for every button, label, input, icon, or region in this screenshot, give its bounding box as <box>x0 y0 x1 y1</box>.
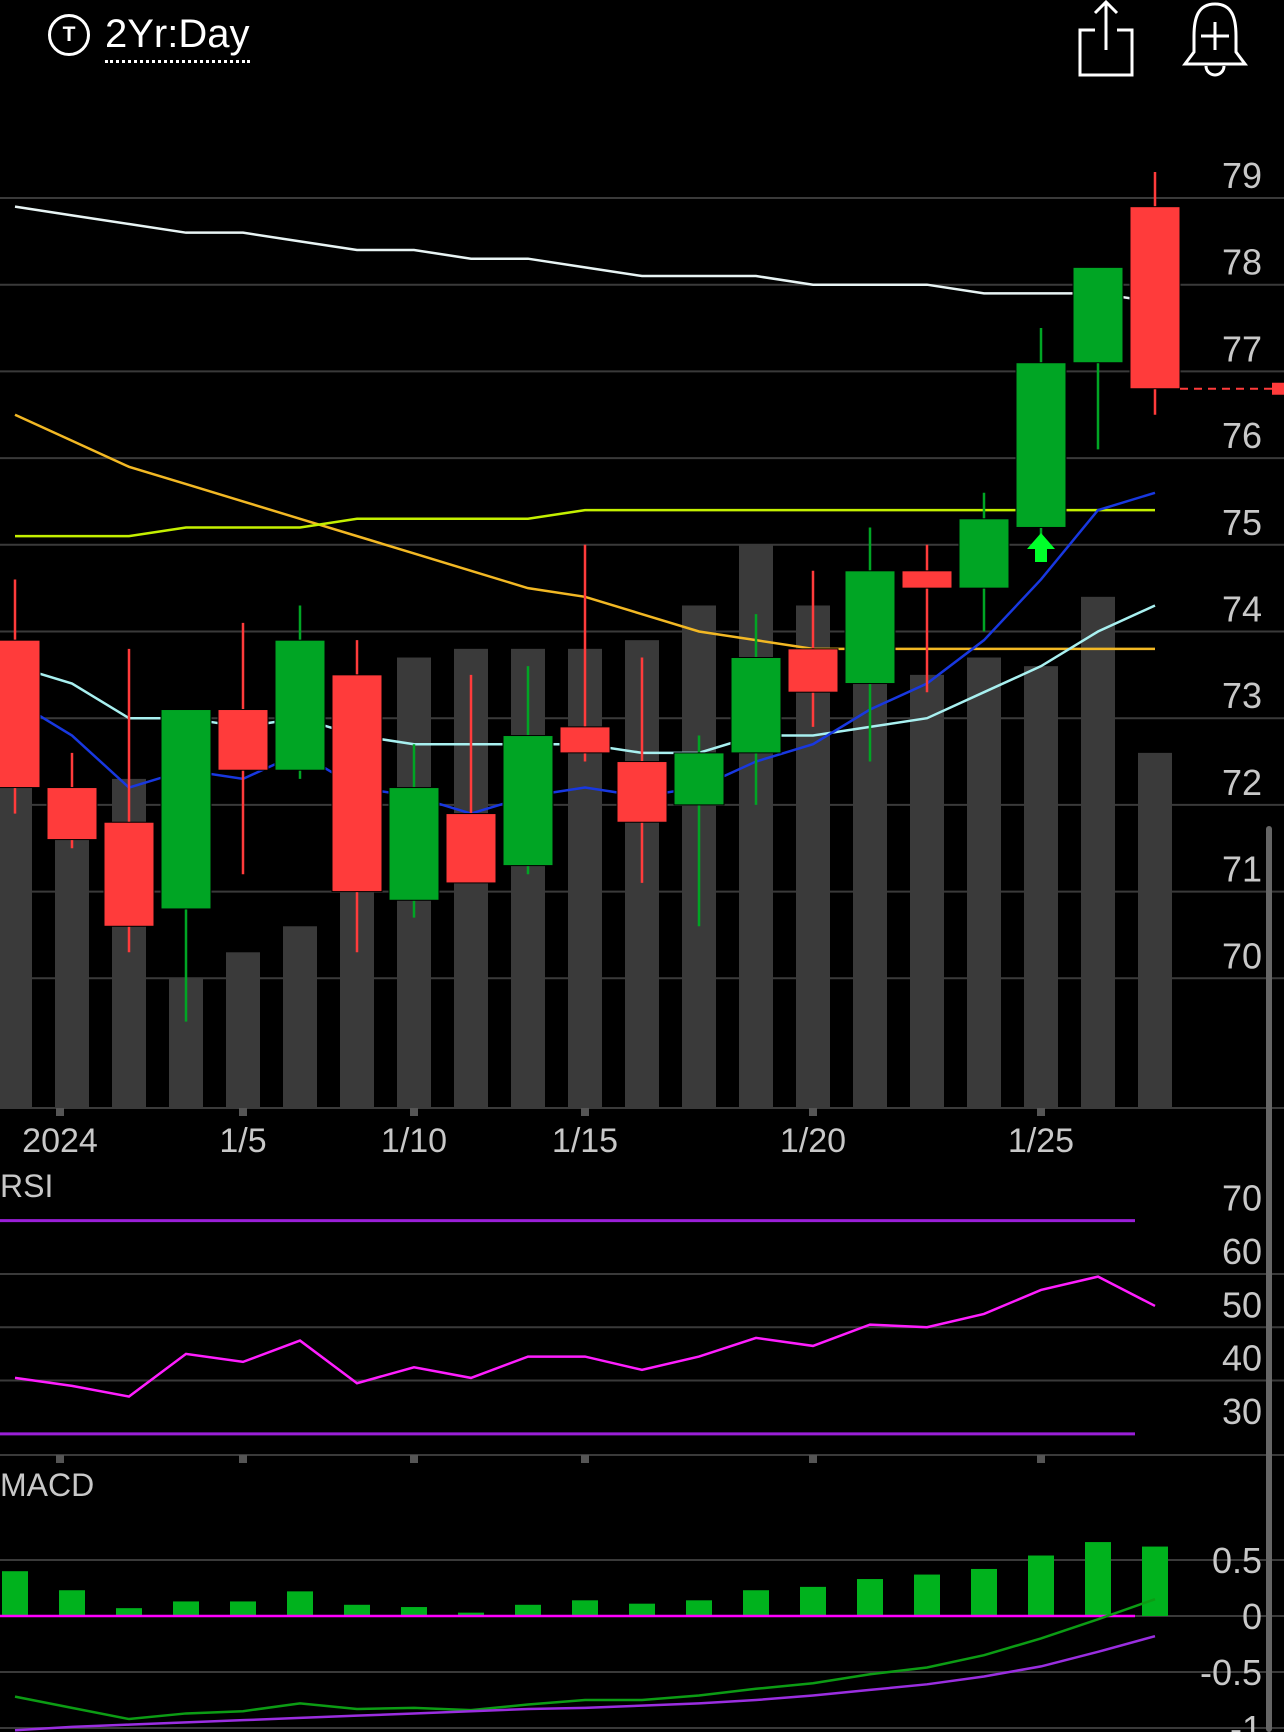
rsi-line <box>14 1275 1156 1398</box>
macd-histogram-bar <box>515 1604 541 1616</box>
macd-histogram-bar <box>401 1607 427 1616</box>
candle-body <box>901 570 953 589</box>
macd-tick-label: 0.5 <box>1212 1540 1262 1581</box>
macd-histogram-bar <box>344 1604 370 1616</box>
x-tick-label: 1/20 <box>780 1122 846 1160</box>
macd-histogram-bar <box>743 1590 769 1616</box>
x-tick-label: 1/10 <box>381 1122 447 1160</box>
candle-body <box>445 813 497 884</box>
macd-histogram-bar <box>1142 1546 1168 1616</box>
candle-body <box>1129 206 1181 390</box>
macd-histogram-bar <box>800 1586 826 1616</box>
rsi-tick-mark <box>239 1455 247 1463</box>
rsi-tick-label: 70 <box>1222 1178 1262 1219</box>
candle-body <box>46 787 98 841</box>
candle-body <box>331 674 383 893</box>
candle-body <box>274 639 326 771</box>
price-tick-label: 72 <box>1222 762 1262 803</box>
price-tick-label: 78 <box>1222 242 1262 283</box>
macd-histogram-bar <box>1028 1555 1054 1616</box>
candle-body <box>616 761 668 823</box>
macd-tick-label: 0 <box>1242 1596 1262 1637</box>
price-tick-label: 73 <box>1222 675 1262 716</box>
buy-signal-arrow-icon <box>1027 533 1055 562</box>
macd-tick-label: -0.5 <box>1200 1652 1262 1693</box>
rsi-tick-label: 50 <box>1222 1284 1262 1325</box>
rsi-label: RSI <box>0 1168 53 1204</box>
x-tick-mark <box>581 1108 589 1116</box>
x-tick-mark <box>809 1108 817 1116</box>
candle-body <box>787 648 839 693</box>
rsi-tick-label: 30 <box>1222 1391 1262 1432</box>
macd-histogram-bar <box>59 1590 85 1616</box>
scrollbar[interactable] <box>1266 826 1272 1732</box>
period-type-icon: T <box>48 14 90 56</box>
candle-body <box>502 735 554 867</box>
macd-histogram-bar <box>2 1571 28 1616</box>
price-tick-label: 71 <box>1222 849 1262 890</box>
candle-body <box>559 726 611 754</box>
volume-bar <box>55 804 89 1108</box>
macd-histogram-bar <box>572 1600 598 1616</box>
candle-body <box>673 752 725 806</box>
macd-tick-label: -1 <box>1230 1708 1262 1732</box>
macd-signal-line <box>14 1634 1156 1732</box>
x-tick-label: 2024 <box>22 1122 98 1160</box>
candle-body <box>217 709 269 771</box>
volume-bar <box>1024 666 1058 1108</box>
x-tick-mark <box>239 1108 247 1116</box>
chart-header: T 2Yr:Day <box>0 0 1284 80</box>
period-selector[interactable]: 2Yr:Day <box>105 10 250 63</box>
price-tick-label: 70 <box>1222 935 1262 976</box>
candle-body <box>844 570 896 685</box>
macd-histogram-bar <box>686 1600 712 1616</box>
rsi-tick-mark <box>581 1455 589 1463</box>
macd-label: MACD <box>0 1467 94 1503</box>
stock-chart[interactable]: 79 78 77 76 75 74 73 72 71 70 2024 1/5 1/10 1/15 1/20 1… <box>0 0 1284 1732</box>
last-price-marker <box>1272 382 1284 395</box>
macd-histogram-bar <box>287 1591 313 1616</box>
x-tick-mark <box>1037 1108 1045 1116</box>
rsi-tick-label: 60 <box>1222 1231 1262 1272</box>
macd-histogram-bar <box>1085 1542 1111 1616</box>
volume-bar <box>910 674 944 1108</box>
candle-body <box>1072 266 1124 364</box>
macd-histogram-bar <box>629 1603 655 1616</box>
candle-body <box>958 518 1010 589</box>
macd-histogram-bar <box>173 1601 199 1616</box>
bell-plus-icon[interactable] <box>1180 0 1250 80</box>
candle-body <box>1015 362 1067 528</box>
rsi-tick-mark <box>56 1455 64 1463</box>
rsi-tick-label: 40 <box>1222 1338 1262 1379</box>
candle-body <box>160 709 212 910</box>
macd-histogram-bar <box>971 1568 997 1616</box>
volume-bar <box>283 926 317 1108</box>
price-tick-label: 77 <box>1222 328 1262 369</box>
x-tick-label: 1/15 <box>552 1122 618 1160</box>
rsi-tick-mark <box>410 1455 418 1463</box>
macd-histogram-bar <box>914 1574 940 1616</box>
volume-bar <box>226 952 260 1108</box>
candle-body <box>730 657 782 754</box>
volume-bar <box>1138 752 1172 1108</box>
candle-body <box>388 787 440 901</box>
price-tick-label: 74 <box>1222 589 1262 630</box>
share-icon[interactable] <box>1075 0 1137 80</box>
price-tick-label: 76 <box>1222 415 1262 456</box>
candle-body <box>103 821 155 927</box>
rsi-tick-mark <box>809 1455 817 1463</box>
macd-histogram-bar <box>857 1579 883 1616</box>
rsi-tick-mark <box>1037 1455 1045 1463</box>
volume-bar <box>967 657 1001 1108</box>
macd-histogram-bar <box>230 1601 256 1616</box>
x-tick-mark <box>56 1108 64 1116</box>
candle-body <box>0 639 41 789</box>
x-tick-label: 1/5 <box>219 1122 266 1160</box>
moving-average-line-ma_white <box>14 205 1156 304</box>
x-tick-mark <box>410 1108 418 1116</box>
price-tick-label: 75 <box>1222 502 1262 543</box>
price-tick-label: 79 <box>1222 155 1262 196</box>
x-tick-label: 1/25 <box>1008 1122 1074 1160</box>
volume-bar <box>1081 596 1115 1108</box>
